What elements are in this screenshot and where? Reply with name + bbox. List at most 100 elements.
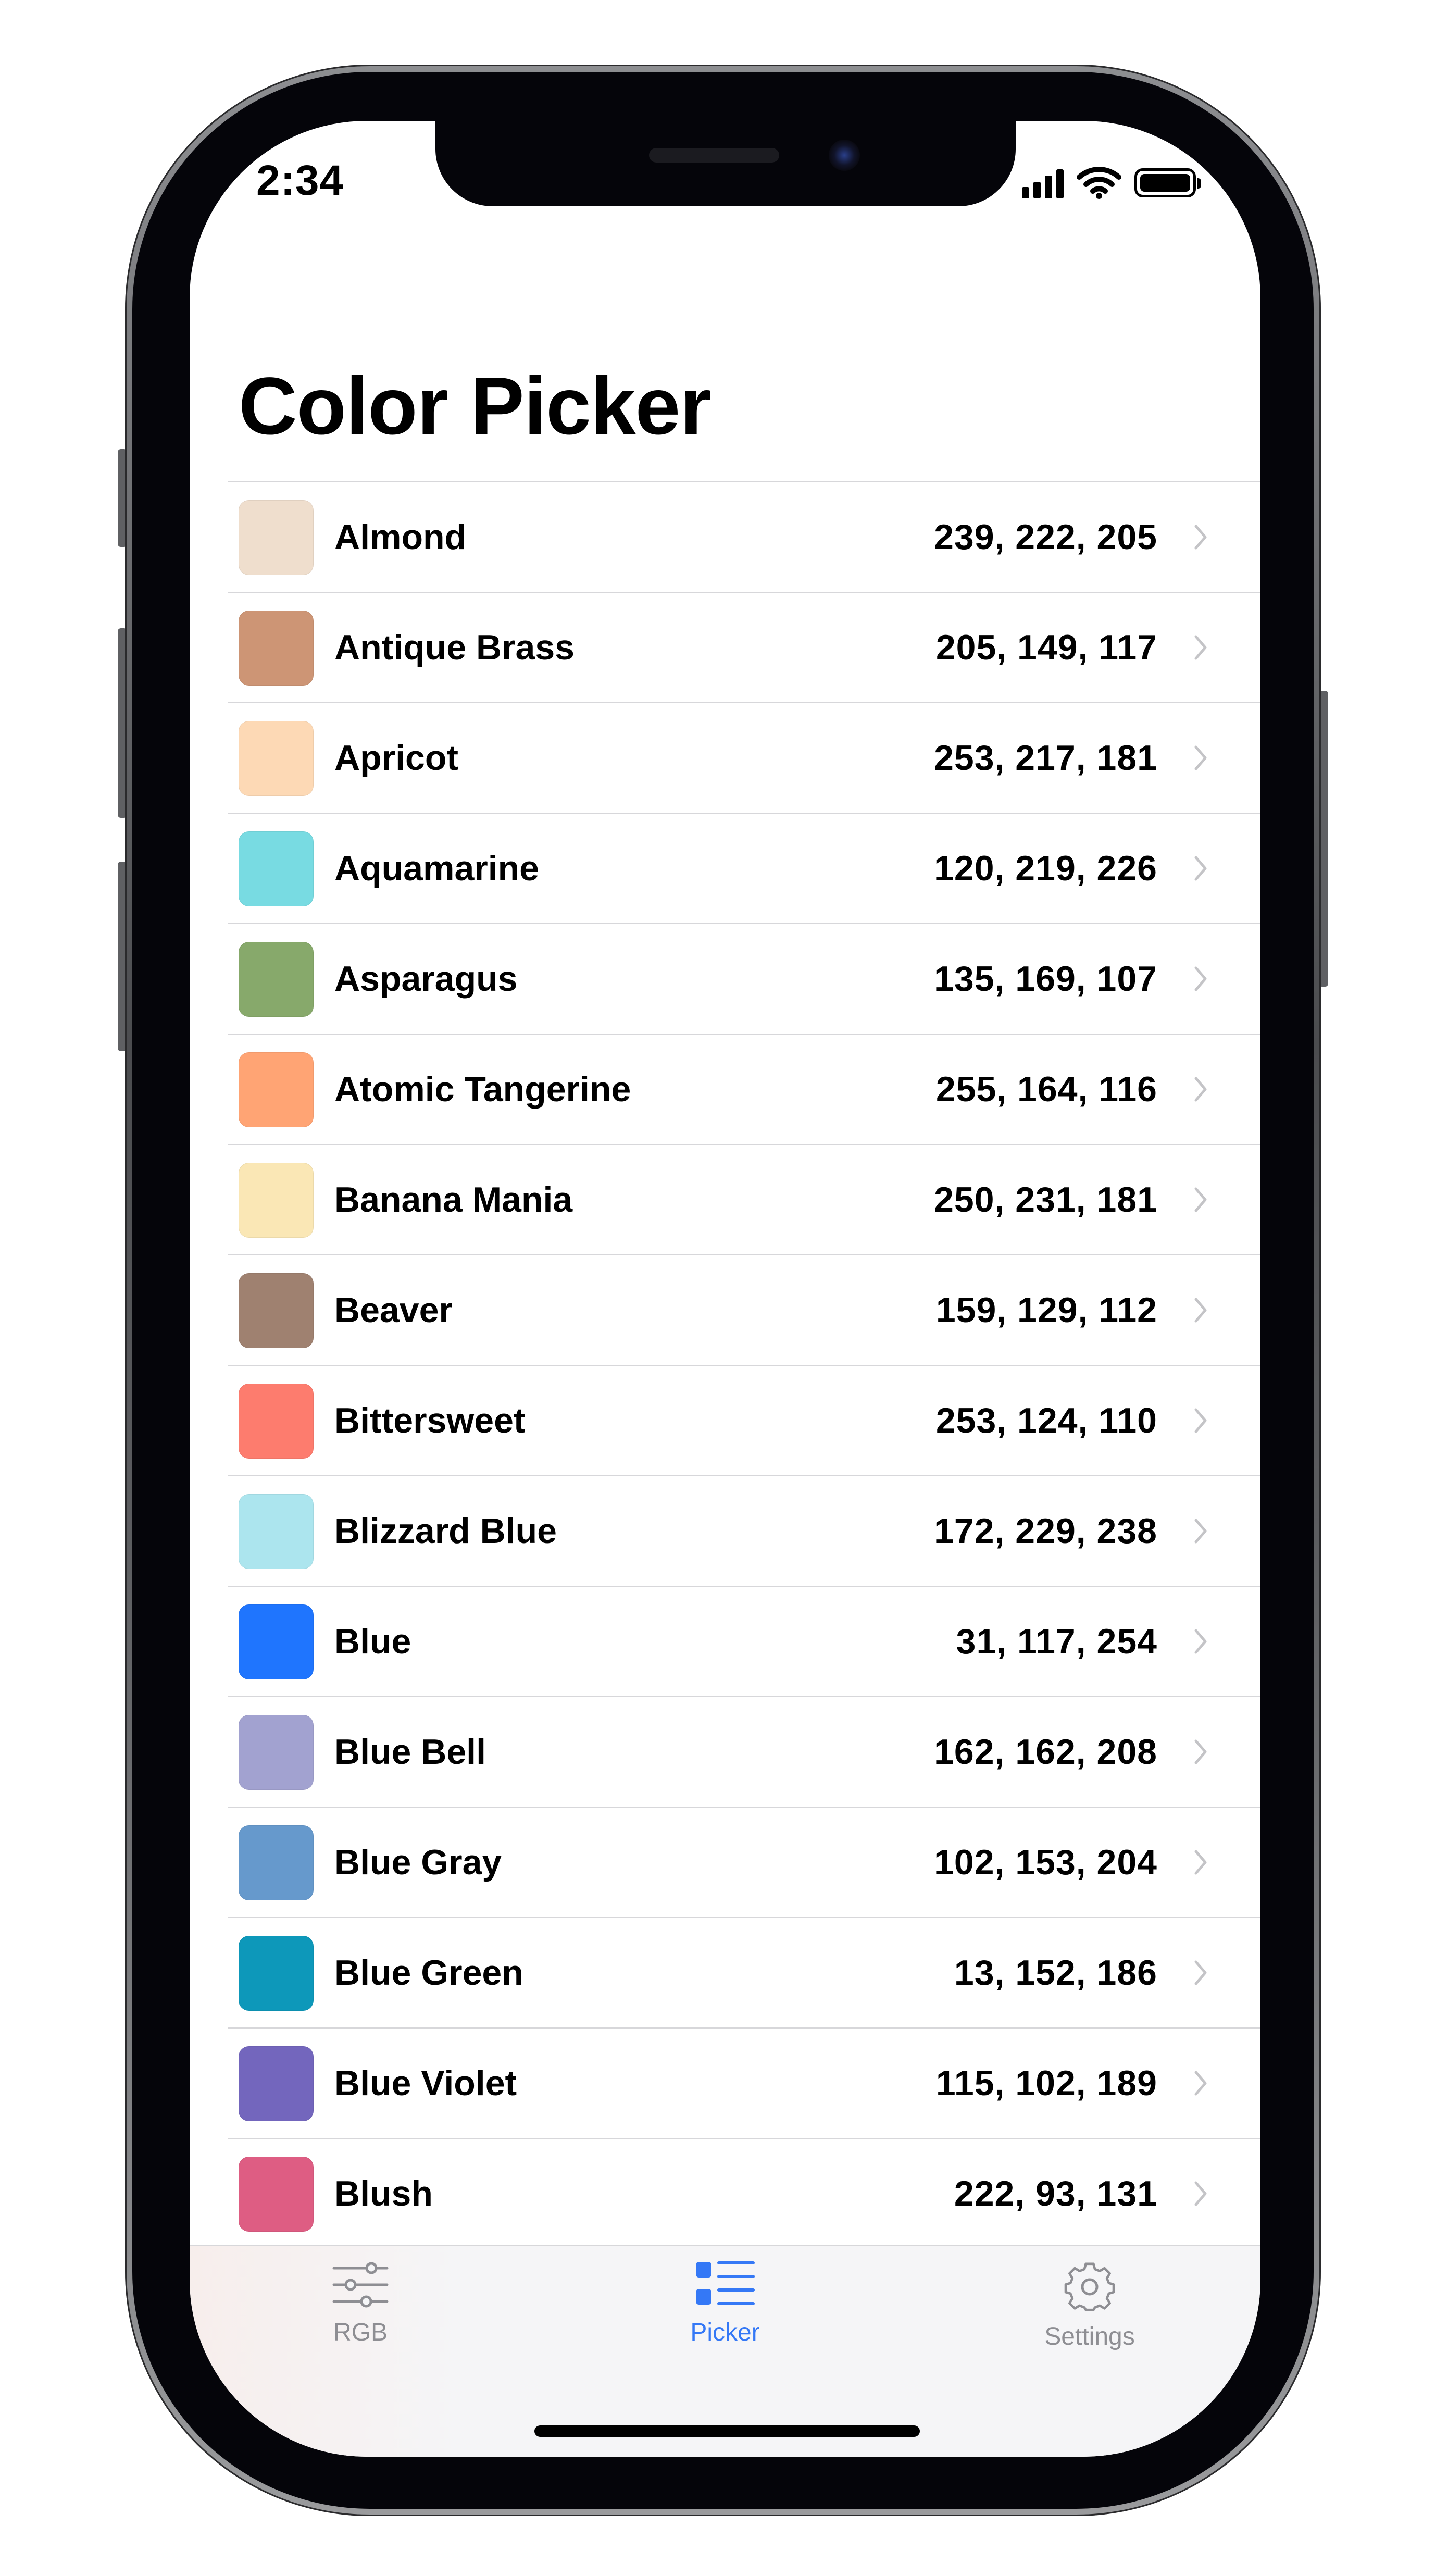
color-name: Antique Brass	[334, 628, 575, 667]
color-rgb-value: 239, 222, 205	[934, 517, 1157, 557]
color-name: Atomic Tangerine	[334, 1069, 631, 1109]
color-name: Beaver	[334, 1290, 453, 1330]
chevron-right-icon	[1194, 2181, 1207, 2206]
color-swatch	[239, 500, 314, 575]
chevron-right-icon	[1194, 966, 1207, 991]
color-row[interactable]: Blizzard Blue 172, 229, 238	[228, 1476, 1260, 1587]
color-swatch	[239, 1052, 314, 1127]
tab-settings-label: Settings	[1044, 2323, 1135, 2350]
chevron-right-icon	[1194, 635, 1207, 660]
tab-picker-label: Picker	[690, 2319, 760, 2346]
home-indicator[interactable]	[534, 2425, 920, 2437]
color-rgb-value: 222, 93, 131	[954, 2174, 1157, 2213]
tab-picker[interactable]: Picker	[621, 2259, 829, 2379]
chevron-right-icon	[1194, 1629, 1207, 1654]
color-name: Blush	[334, 2174, 433, 2213]
chevron-right-icon	[1194, 1960, 1207, 1985]
color-row[interactable]: Asparagus 135, 169, 107	[228, 924, 1260, 1035]
chevron-right-icon	[1194, 745, 1207, 770]
color-row[interactable]: Blue 31, 117, 254	[228, 1587, 1260, 1697]
color-name: Blue	[334, 1622, 411, 1661]
color-swatch	[239, 1825, 314, 1900]
tab-rgb-label: RGB	[333, 2319, 388, 2346]
device-screen: 2:34 Color Picker Almond 239, 222, 205 Ant…	[190, 121, 1260, 2457]
chevron-right-icon	[1194, 525, 1207, 550]
chevron-right-icon	[1194, 1187, 1207, 1212]
color-swatch	[239, 1715, 314, 1790]
color-name: Blizzard Blue	[334, 1511, 557, 1551]
color-swatch	[239, 611, 314, 686]
front-camera	[829, 140, 860, 171]
chevron-right-icon	[1194, 1077, 1207, 1102]
chevron-right-icon	[1194, 1519, 1207, 1544]
color-swatch	[239, 831, 314, 906]
status-time: 2:34	[256, 157, 344, 204]
color-row[interactable]: Blue Violet 115, 102, 189	[228, 2029, 1260, 2139]
chevron-right-icon	[1194, 2071, 1207, 2096]
color-row[interactable]: Beaver 159, 129, 112	[228, 1255, 1260, 1366]
color-rgb-value: 31, 117, 254	[956, 1622, 1157, 1661]
color-row[interactable]: Atomic Tangerine 255, 164, 116	[228, 1035, 1260, 1145]
gear-icon	[1064, 2262, 1115, 2311]
color-rgb-value: 102, 153, 204	[934, 1843, 1157, 1882]
color-name: Aquamarine	[334, 849, 539, 888]
status-icons	[1022, 164, 1201, 202]
color-swatch	[239, 1604, 314, 1679]
color-row[interactable]: Apricot 253, 217, 181	[228, 703, 1260, 814]
chevron-right-icon	[1194, 1298, 1207, 1323]
earpiece-speaker	[649, 148, 779, 163]
color-name: Bittersweet	[334, 1401, 526, 1440]
color-rgb-value: 255, 164, 116	[935, 1069, 1157, 1109]
color-rgb-value: 250, 231, 181	[934, 1180, 1157, 1219]
color-swatch	[239, 1494, 314, 1569]
color-rgb-value: 13, 152, 186	[954, 1953, 1157, 1993]
color-row[interactable]: Blush 222, 93, 131	[228, 2139, 1260, 2249]
color-rgb-value: 205, 149, 117	[935, 628, 1157, 667]
color-name: Apricot	[334, 738, 458, 778]
color-row[interactable]: Banana Mania 250, 231, 181	[228, 1145, 1260, 1255]
wifi-icon	[1077, 167, 1121, 199]
color-swatch	[239, 2046, 314, 2121]
chevron-right-icon	[1194, 1739, 1207, 1764]
color-rgb-value: 120, 219, 226	[934, 849, 1157, 888]
color-rgb-value: 172, 229, 238	[934, 1511, 1157, 1551]
tab-rgb[interactable]: RGB	[256, 2259, 465, 2379]
color-swatch	[239, 942, 314, 1017]
color-swatch	[239, 1384, 314, 1459]
chevron-right-icon	[1194, 1408, 1207, 1433]
color-rgb-value: 253, 217, 181	[934, 738, 1157, 778]
color-swatch	[239, 1163, 314, 1238]
color-swatch	[239, 1273, 314, 1348]
color-row[interactable]: Bittersweet 253, 124, 110	[228, 1366, 1260, 1476]
color-swatch	[239, 721, 314, 796]
battery-icon	[1134, 168, 1201, 197]
color-row[interactable]: Aquamarine 120, 219, 226	[228, 814, 1260, 924]
color-rgb-value: 135, 169, 107	[934, 959, 1157, 999]
sliders-icon	[332, 2262, 389, 2308]
color-name: Blue Bell	[334, 1732, 486, 1772]
color-rgb-value: 253, 124, 110	[935, 1401, 1157, 1440]
list-icon	[696, 2261, 755, 2305]
page-title: Color Picker	[239, 361, 711, 452]
color-name: Banana Mania	[334, 1180, 573, 1219]
color-rgb-value: 115, 102, 189	[935, 2063, 1157, 2103]
color-row[interactable]: Almond 239, 222, 205	[228, 482, 1260, 593]
color-rgb-value: 162, 162, 208	[934, 1732, 1157, 1772]
color-name: Blue Gray	[334, 1843, 502, 1882]
color-row[interactable]: Blue Gray 102, 153, 204	[228, 1808, 1260, 1918]
color-name: Blue Violet	[334, 2063, 517, 2103]
cellular-signal-icon	[1022, 167, 1064, 198]
color-list: Almond 239, 222, 205 Antique Brass 205, 149…	[228, 481, 1260, 2249]
color-swatch	[239, 2157, 314, 2232]
color-name: Blue Green	[334, 1953, 523, 1993]
color-row[interactable]: Blue Green 13, 152, 186	[228, 1918, 1260, 2029]
tab-bar: RGB Picker Settings	[190, 2245, 1260, 2457]
color-row[interactable]: Blue Bell 162, 162, 208	[228, 1697, 1260, 1808]
chevron-right-icon	[1194, 856, 1207, 881]
color-rgb-value: 159, 129, 112	[935, 1290, 1157, 1330]
chevron-right-icon	[1194, 1850, 1207, 1875]
color-swatch	[239, 1936, 314, 2011]
color-name: Almond	[334, 517, 467, 557]
color-row[interactable]: Antique Brass 205, 149, 117	[228, 593, 1260, 703]
tab-settings[interactable]: Settings	[985, 2259, 1194, 2379]
